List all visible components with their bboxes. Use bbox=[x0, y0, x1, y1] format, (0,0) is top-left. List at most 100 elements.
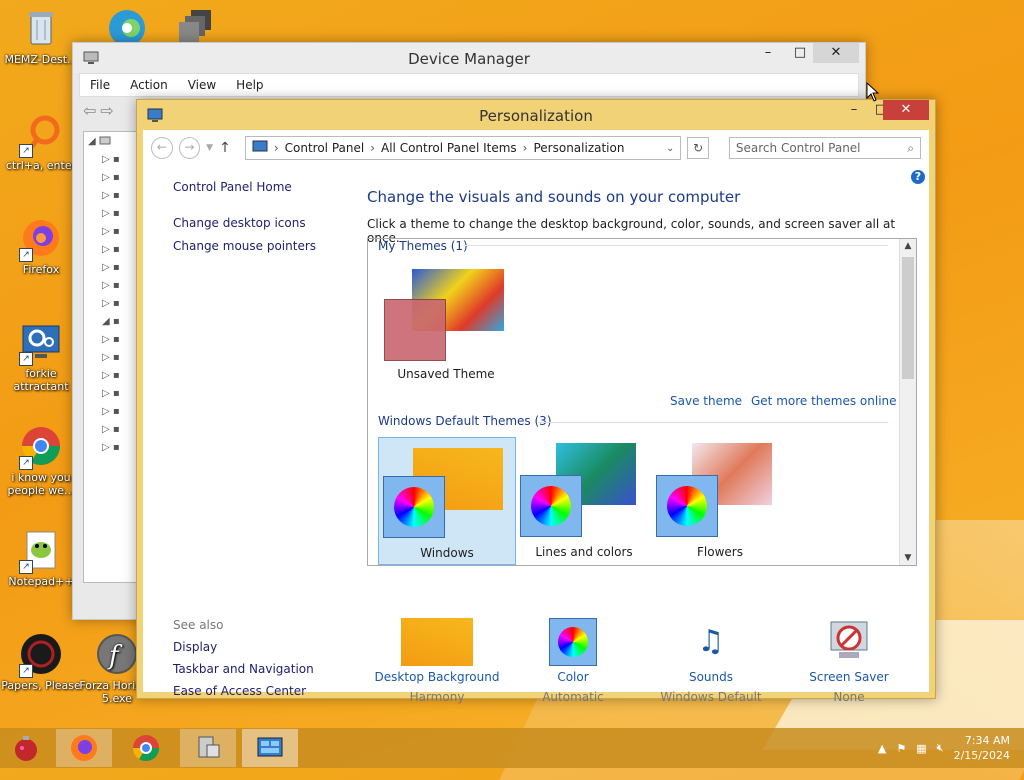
toolbar: ⇦ ⇨ bbox=[83, 101, 114, 120]
device-manager-icon bbox=[198, 736, 220, 758]
tree-node[interactable]: ▷ ▪ bbox=[84, 150, 140, 168]
get-more-themes-link[interactable]: Get more themes online bbox=[751, 394, 897, 408]
taskbar-chrome[interactable] bbox=[118, 729, 174, 767]
color-setting[interactable]: Color Automatic bbox=[503, 618, 643, 704]
start-button[interactable] bbox=[0, 729, 52, 767]
breadcrumb-control-panel[interactable]: Control Panel bbox=[279, 141, 371, 155]
control-panel-icon bbox=[246, 140, 274, 157]
scrollbar-thumb[interactable] bbox=[902, 257, 914, 379]
menu-file[interactable]: File bbox=[80, 78, 120, 92]
breadcrumb-personalization[interactable]: Personalization bbox=[527, 141, 630, 155]
tree-node[interactable]: ▷ ▪ bbox=[84, 240, 140, 258]
clock[interactable]: 7:34 AM 2/15/2024 bbox=[954, 733, 1010, 763]
theme-list-scrollbar[interactable]: ▲ ▼ bbox=[899, 239, 916, 565]
back-arrow-icon[interactable]: ⇦ bbox=[83, 101, 96, 120]
taskbar: ▲ ⚑ ▦ 🔇︎ 7:34 AM 2/15/2024 bbox=[0, 728, 1024, 768]
help-icon[interactable]: ? bbox=[911, 170, 925, 184]
device-manager-titlebar[interactable]: Device Manager – □ ✕ bbox=[73, 43, 865, 73]
recent-pages-chevron-icon[interactable]: ▼ bbox=[206, 143, 213, 153]
window-title: Personalization bbox=[479, 107, 593, 125]
theme-unsaved[interactable]: Unsaved Theme bbox=[378, 265, 514, 391]
menu-bar: File Action View Help bbox=[79, 73, 859, 97]
loop-icon: ↗ bbox=[19, 112, 63, 158]
theme-color-swatch bbox=[384, 299, 446, 361]
left-nav: Control Panel Home Change desktop icons … bbox=[173, 180, 333, 262]
desktop-icon-forkie[interactable]: ↗ forkie attractant bbox=[0, 320, 82, 393]
tree-node[interactable]: ▷ ▪ bbox=[84, 294, 140, 312]
save-theme-link[interactable]: Save theme bbox=[670, 394, 742, 408]
tree-node[interactable]: ▷ ▪ bbox=[84, 330, 140, 348]
shortcut-arrow-icon: ↗ bbox=[19, 560, 33, 574]
control-panel-icon bbox=[257, 737, 283, 757]
taskbar-device-manager[interactable] bbox=[180, 729, 236, 767]
nav-change-mouse-pointers[interactable]: Change mouse pointers bbox=[173, 239, 333, 253]
volume-muted-icon[interactable]: 🔇︎ bbox=[937, 741, 944, 755]
desktop-background-setting[interactable]: Desktop Background Harmony bbox=[367, 618, 507, 704]
tree-node[interactable]: ▷ ▪ bbox=[84, 168, 140, 186]
forward-button[interactable]: → bbox=[178, 137, 201, 159]
up-arrow-icon[interactable]: ↑ bbox=[219, 140, 231, 156]
search-input[interactable]: Search Control Panel ⌕ bbox=[728, 137, 922, 159]
address-bar[interactable]: › Control Panel › All Control Panel Item… bbox=[244, 136, 682, 160]
device-tree[interactable]: ◢ ▷ ▪ ▷ ▪ ▷ ▪ ▷ ▪ ▷ ▪ ▷ ▪ ▷ ▪ ▷ ▪ ▷ ▪ ◢ … bbox=[83, 131, 141, 583]
papers-please-icon: ↗ bbox=[19, 632, 63, 678]
back-button[interactable]: ← bbox=[151, 137, 173, 159]
theme-lines-and-colors[interactable]: Lines and colors bbox=[516, 437, 652, 563]
nav-control-panel-home[interactable]: Control Panel Home bbox=[173, 180, 333, 194]
desktop-icon-firefox[interactable]: ↗ Firefox bbox=[0, 216, 82, 276]
breadcrumb-all-items[interactable]: All Control Panel Items bbox=[375, 141, 523, 155]
tree-node[interactable]: ▷ ▪ bbox=[84, 276, 140, 294]
color-palette-icon bbox=[383, 476, 445, 538]
taskbar-control-panel[interactable] bbox=[242, 729, 298, 767]
desktop-icon-notepadpp[interactable]: ↗ Notepad++ bbox=[0, 528, 82, 588]
see-also-taskbar[interactable]: Taskbar and Navigation bbox=[173, 662, 333, 676]
close-button[interactable]: ✕ bbox=[813, 43, 859, 63]
refresh-icon[interactable]: ↻ bbox=[687, 137, 709, 159]
nav-change-desktop-icons[interactable]: Change desktop icons bbox=[173, 216, 333, 230]
tree-root[interactable]: ◢ bbox=[84, 132, 140, 150]
tree-node[interactable]: ▷ ▪ bbox=[84, 438, 140, 456]
see-also-display[interactable]: Display bbox=[173, 640, 333, 654]
action-center-flag-icon[interactable]: ⚑ bbox=[896, 742, 906, 755]
tree-node[interactable]: ▷ ▪ bbox=[84, 420, 140, 438]
menu-view[interactable]: View bbox=[178, 78, 226, 92]
ornament-icon bbox=[15, 736, 37, 761]
personalization-window[interactable]: Personalization – □ ✕ ← → ▼ ↑ › Control … bbox=[136, 99, 936, 704]
tree-node[interactable]: ▷ ▪ bbox=[84, 384, 140, 402]
tree-node[interactable]: ▷ ▪ bbox=[84, 366, 140, 384]
scroll-up-icon[interactable]: ▲ bbox=[900, 241, 916, 251]
see-also-ease-of-access[interactable]: Ease of Access Center bbox=[173, 684, 333, 698]
maximize-button[interactable]: □ bbox=[783, 43, 817, 63]
screen-saver-setting[interactable]: Screen Saver None bbox=[779, 618, 919, 704]
theme-list[interactable]: My Themes (1) Unsaved Theme Save theme G… bbox=[367, 238, 917, 566]
network-icon[interactable]: ▦ bbox=[916, 742, 926, 755]
taskbar-firefox[interactable] bbox=[56, 729, 112, 767]
forward-arrow-icon[interactable]: ⇨ bbox=[100, 101, 113, 120]
desktop-icon-papers-please[interactable]: ↗ Papers, Please bbox=[0, 632, 82, 692]
shortcut-arrow-icon: ↗ bbox=[19, 664, 33, 678]
show-hidden-icons-chevron-icon[interactable]: ▲ bbox=[878, 742, 886, 755]
close-button[interactable]: ✕ bbox=[883, 100, 929, 120]
sounds-setting[interactable]: ♫ Sounds Windows Default bbox=[641, 618, 781, 704]
tree-node[interactable]: ▷ ▪ bbox=[84, 402, 140, 420]
tree-node[interactable]: ▷ ▪ bbox=[84, 186, 140, 204]
desktop-icon-chrome[interactable]: ↗ i know you people we... bbox=[0, 424, 82, 497]
tree-node[interactable]: ▷ ▪ bbox=[84, 258, 140, 276]
tree-node[interactable]: ◢ ▪ bbox=[84, 312, 140, 330]
scroll-down-icon[interactable]: ▼ bbox=[900, 553, 916, 563]
menu-help[interactable]: Help bbox=[226, 78, 273, 92]
tree-node[interactable]: ▷ ▪ bbox=[84, 222, 140, 240]
tree-node[interactable]: ▷ ▪ bbox=[84, 204, 140, 222]
menu-action[interactable]: Action bbox=[120, 78, 178, 92]
chevron-down-icon[interactable]: ⌄ bbox=[660, 143, 680, 154]
minimize-button[interactable]: – bbox=[751, 43, 785, 63]
see-also: See also Display Taskbar and Navigation … bbox=[173, 618, 333, 706]
tree-node[interactable]: ▷ ▪ bbox=[84, 348, 140, 366]
desktop-icon-recycle-bin[interactable]: MEMZ-Dest... bbox=[0, 6, 82, 66]
theme-flowers[interactable]: Flowers bbox=[652, 437, 788, 563]
personalization-titlebar[interactable]: Personalization – □ ✕ bbox=[137, 100, 935, 130]
address-row: ← → ▼ ↑ › Control Panel › All Control Pa… bbox=[143, 130, 929, 166]
theme-windows[interactable]: Windows bbox=[378, 437, 516, 565]
desktop-icon-ctrl-a[interactable]: ↗ ctrl+a, enter bbox=[0, 112, 82, 172]
notepadpp-icon: ↗ bbox=[19, 528, 63, 574]
